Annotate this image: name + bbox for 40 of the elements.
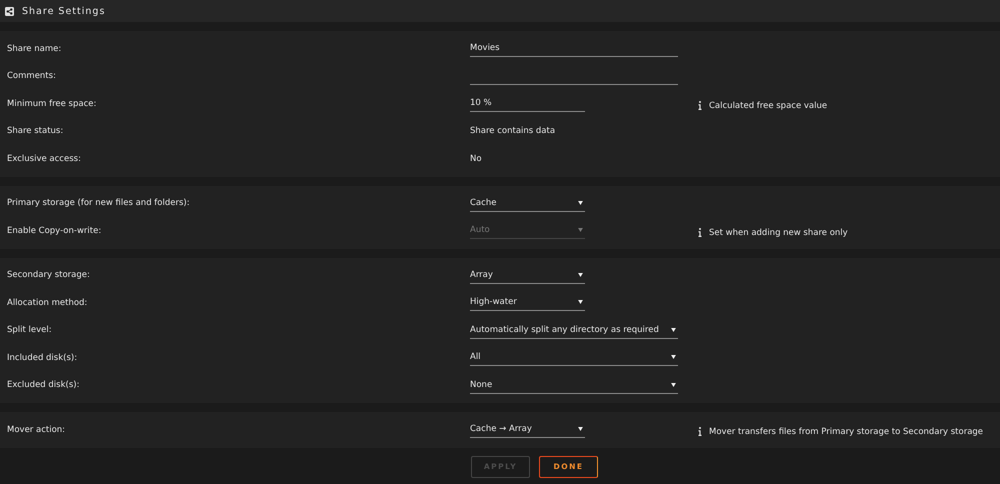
- hint-text: Calculated free space value: [709, 100, 828, 111]
- caret-icon: [671, 328, 676, 332]
- input-field[interactable]: Movies: [470, 40, 678, 58]
- dropdown[interactable]: None: [470, 376, 678, 394]
- info-icon: [698, 101, 702, 110]
- dropdown[interactable]: Automatically split any directory as required: [470, 322, 678, 339]
- dropdown[interactable]: High-water: [470, 294, 585, 312]
- window-title: Share Settings: [22, 6, 106, 16]
- status-text: Share contains data: [470, 126, 556, 136]
- field-label: Primary storage (for new files and folders):: [6, 198, 191, 208]
- caret-icon: [578, 272, 583, 277]
- field-label: Allocation method:: [6, 298, 88, 308]
- field-label: Exclusive access:: [6, 154, 82, 164]
- share-icon: [5, 6, 14, 16]
- hint-text: Set when adding new share only: [709, 228, 848, 238]
- field-label: Enable Copy-on-write:: [6, 226, 102, 236]
- info-icon: [698, 228, 702, 238]
- status-text: No: [470, 154, 482, 164]
- field-label: Minimum free space:: [6, 98, 98, 109]
- field-label: Comments:: [6, 71, 57, 82]
- field-label: Secondary storage:: [6, 270, 91, 280]
- field-label: Share name:: [6, 44, 62, 54]
- dropdown[interactable]: All: [470, 349, 678, 366]
- input-field[interactable]: 10 %: [470, 95, 585, 112]
- field-label: Split level:: [6, 325, 53, 336]
- field-label: Excluded disk(s):: [6, 380, 80, 390]
- hint-text: Mover transfers files from Primary storage to Secondary storage: [709, 426, 984, 437]
- dropdown[interactable]: Cache: [470, 194, 585, 212]
- field-label: Included disk(s):: [6, 352, 78, 363]
- field-label: Share status:: [6, 126, 64, 136]
- caret-icon: [578, 228, 583, 232]
- caret-icon: [671, 355, 676, 360]
- dropdown[interactable]: Cache → Array: [470, 421, 585, 438]
- field-label: Mover action:: [6, 424, 66, 435]
- caret-icon: [578, 300, 583, 304]
- caret-icon: [671, 382, 676, 387]
- dropdown[interactable]: Array: [470, 266, 585, 284]
- caret-icon: [578, 200, 583, 205]
- caret-icon: [578, 427, 583, 432]
- info-icon: [698, 427, 702, 436]
